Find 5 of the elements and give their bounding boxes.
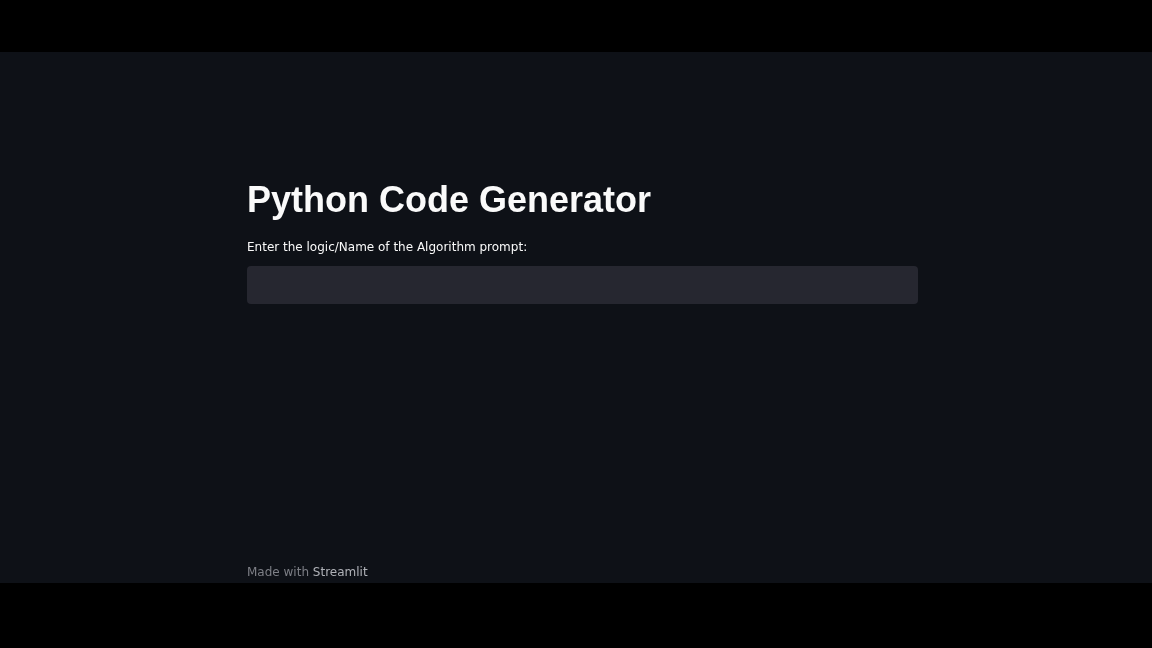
field-label: Enter the logic/Name of the Algorithm prompt: (247, 239, 528, 255)
footer-text: Made with Streamlit (247, 564, 368, 580)
page-title: Python Code Generator (247, 178, 652, 222)
streamlit-link[interactable]: Streamlit (312, 565, 368, 579)
prompt-input-field[interactable] (247, 266, 918, 304)
